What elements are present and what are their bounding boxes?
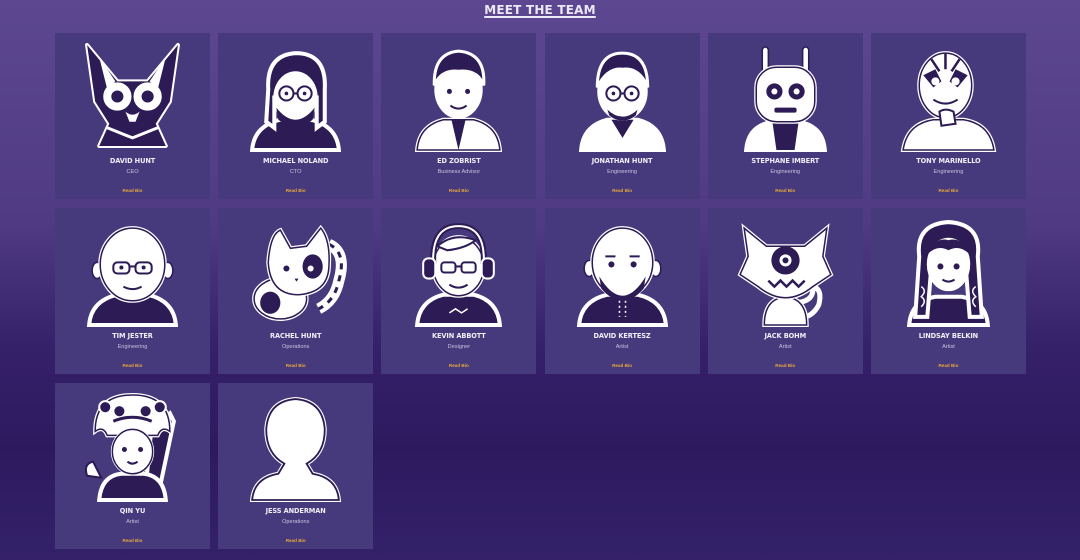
member-role: Engineering <box>933 169 964 175</box>
man-glasses-avatar-icon <box>567 41 678 152</box>
member-name: QIN YU <box>119 507 146 515</box>
team-member-card: JESS ANDERMAN Operations Read Bio <box>218 383 374 549</box>
read-bio-link[interactable]: Read Bio <box>55 363 210 368</box>
member-name: STEPHANE IMBERT <box>751 157 820 165</box>
member-role: Engineering <box>607 169 637 175</box>
member-role: CEO <box>126 169 139 175</box>
team-member-card: LINDSAY BELKIN Artist Read Bio <box>870 208 1026 374</box>
team-member-card: TONY MARINELLO Engineering Read Bio <box>870 33 1026 199</box>
read-bio-link[interactable]: Read Bio <box>55 188 210 193</box>
silhouette-avatar-icon <box>240 391 351 502</box>
member-role: Designer <box>447 344 471 350</box>
masked-wrestler-avatar-icon <box>893 41 1004 152</box>
member-role: Operations <box>282 344 310 350</box>
team-member-card: RACHEL HUNT Operations Read Bio <box>218 208 374 374</box>
read-bio-link[interactable]: Read Bio <box>218 188 373 193</box>
read-bio-link[interactable]: Read Bio <box>55 538 210 543</box>
read-bio-link[interactable]: Read Bio <box>545 363 700 368</box>
bald-man-glasses-avatar-icon <box>77 216 188 327</box>
member-role: Artist <box>778 344 792 350</box>
member-name: TONY MARINELLO <box>916 157 981 165</box>
member-role: CTO <box>289 169 302 175</box>
member-role: Artist <box>126 519 139 525</box>
headphones-avatar-icon <box>403 216 514 327</box>
read-bio-link[interactable]: Read Bio <box>381 363 536 368</box>
member-name: ED ZOBRIST <box>437 157 481 165</box>
read-bio-link[interactable]: Read Bio <box>545 188 700 193</box>
team-member-card: TIM JESTER Engineering Read Bio <box>55 208 210 374</box>
member-name: JONATHAN HUNT <box>591 157 653 165</box>
member-name: JACK BOHM <box>764 332 807 340</box>
member-name: KEVIN ABBOTT <box>432 332 486 340</box>
member-role: Engineering <box>117 344 148 350</box>
team-member-card: DAVID HUNT CEO Read Bio <box>55 33 210 199</box>
member-name: MICHAEL NOLAND <box>262 157 329 165</box>
cat-avatar-icon <box>240 216 351 327</box>
team-member-card: JACK BOHM Artist Read Bio <box>707 208 863 374</box>
bald-beard-avatar-icon <box>567 216 678 327</box>
member-name: LINDSAY BELKIN <box>918 332 979 340</box>
braids-girl-avatar-icon <box>893 216 1004 327</box>
member-name: TIM JESTER <box>112 332 153 340</box>
team-member-card: MICHAEL NOLAND CTO Read Bio <box>218 33 374 199</box>
member-name: DAVID KERTESZ <box>593 332 651 340</box>
team-member-card: STEPHANE IMBERT Engineering Read Bio <box>707 33 863 199</box>
member-role: Engineering <box>770 169 801 175</box>
fox-goggles-avatar-icon <box>77 41 188 152</box>
team-member-card: DAVID KERTESZ Artist Read Bio <box>544 208 700 374</box>
read-bio-link[interactable]: Read Bio <box>871 363 1026 368</box>
robot-avatar-icon <box>730 41 841 152</box>
member-role: Artist <box>942 344 955 350</box>
member-name: DAVID HUNT <box>109 157 156 165</box>
team-member-card: KEVIN ABBOTT Designer Read Bio <box>381 208 537 374</box>
read-bio-link[interactable]: Read Bio <box>218 538 373 543</box>
man-labcoat-avatar-icon <box>403 41 514 152</box>
team-member-card: JONATHAN HUNT Engineering Read Bio <box>544 33 700 199</box>
member-role: Artist <box>615 344 629 350</box>
read-bio-link[interactable]: Read Bio <box>708 363 863 368</box>
read-bio-link[interactable]: Read Bio <box>381 188 536 193</box>
member-role: Operations <box>282 519 310 525</box>
team-member-card: ED ZOBRIST Business Advisor Read Bio <box>381 33 537 199</box>
lion-hat-avatar-icon <box>77 391 188 502</box>
cyclops-monster-avatar-icon <box>730 216 841 327</box>
read-bio-link[interactable]: Read Bio <box>708 188 863 193</box>
read-bio-link[interactable]: Read Bio <box>218 363 373 368</box>
man-glasses-beard-avatar-icon <box>240 41 351 152</box>
member-role: Business Advisor <box>437 169 481 175</box>
team-grid: DAVID HUNT CEO Read Bio MICHAEL NOLAND C… <box>55 33 1026 549</box>
member-name: JESS ANDERMAN <box>265 507 326 515</box>
member-name: RACHEL HUNT <box>270 332 322 340</box>
read-bio-link[interactable]: Read Bio <box>871 188 1026 193</box>
page-title: MEET THE TEAM <box>484 3 596 17</box>
team-member-card: QIN YU Artist Read Bio <box>55 383 210 549</box>
